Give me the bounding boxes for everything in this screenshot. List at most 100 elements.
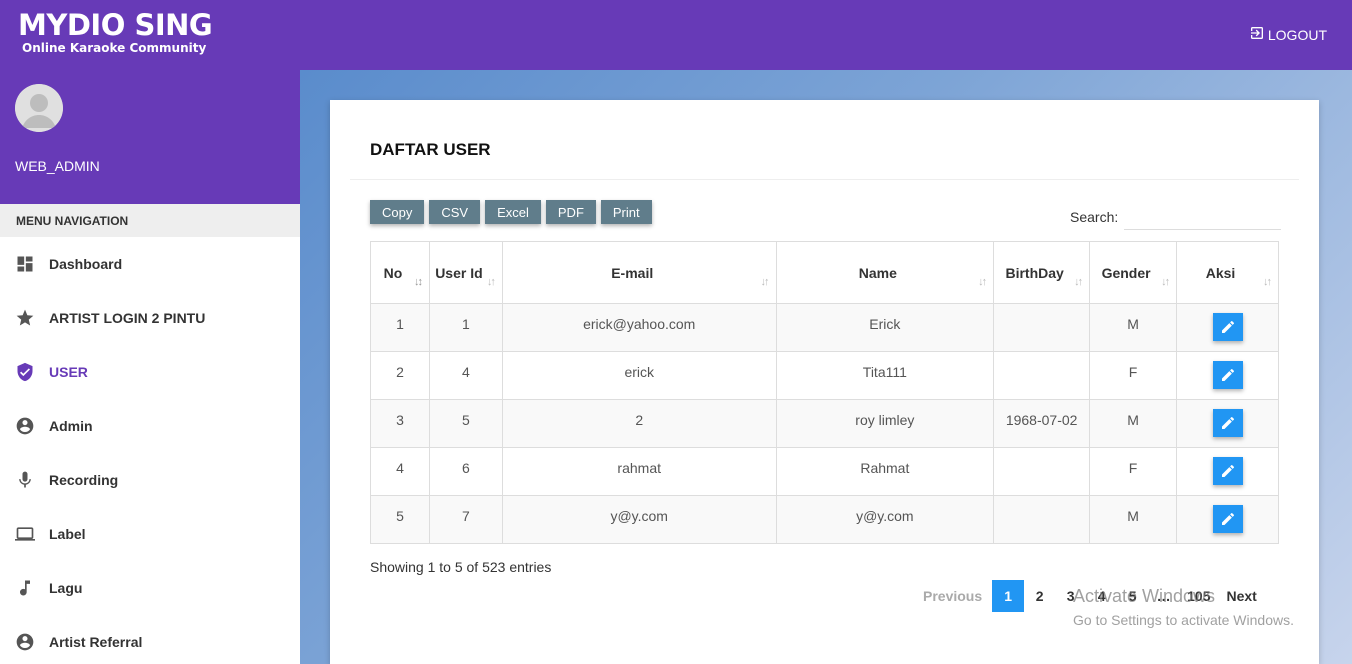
sidebar-item-artist-login[interactable]: ARTIST LOGIN 2 PINTU [0,291,300,345]
sort-icon: ↓↑ [486,276,496,288]
cell-aksi [1176,351,1279,400]
copy-button[interactable]: Copy [370,200,425,224]
column-header-user-id[interactable]: User Id ↓↑ [428,241,503,304]
cell-aksi [1176,495,1279,544]
divider [350,179,1299,180]
account-circle-icon [15,416,35,436]
cell-birthday [993,447,1091,496]
cell-gender: F [1089,447,1178,496]
cell-user-id: 6 [428,447,503,496]
edit-button[interactable] [1212,313,1243,341]
cell-name: Rahmat [775,447,995,496]
cell-birthday [993,303,1091,352]
avatar [15,84,63,132]
username: WEB_ADMIN [15,158,100,174]
page-2-button[interactable]: 2 [1024,580,1055,612]
cell-no: 4 [370,447,430,496]
cell-gender: F [1089,351,1178,400]
sort-icon: ↓↑ [760,276,770,288]
pencil-icon [1221,416,1234,429]
cell-email: erick [501,351,777,400]
sidebar-item-recording[interactable]: Recording [0,453,300,507]
sidebar-item-dashboard[interactable]: Dashboard [0,237,300,291]
column-header-aksi[interactable]: Aksi ↓↑ [1176,241,1279,304]
sidebar-item-artist-referral[interactable]: Artist Referral [0,615,300,664]
cell-no: 5 [370,495,430,544]
print-button[interactable]: Print [600,200,652,224]
cell-name: roy limley [775,399,995,448]
edit-button[interactable] [1212,505,1243,533]
table-row: 1 1 erick@yahoo.com Erick M [370,303,1279,352]
edit-button[interactable] [1212,457,1243,485]
cell-user-id: 5 [428,399,503,448]
cell-no: 1 [370,303,430,352]
logout-button[interactable]: LOGOUT [1249,25,1327,44]
table-header-row: No ↓↕ User Id ↓↑ E-mail ↓↑ Name ↓↑ BirthDay ↓… [370,241,1279,304]
csv-button[interactable]: CSV [429,200,481,224]
previous-button[interactable]: Previous [915,580,990,612]
table-row: 3 5 2 roy limley 1968-07-02 M [370,399,1279,448]
column-header-birthday[interactable]: BirthDay ↓↑ [993,241,1091,304]
search-box: Search: [1070,204,1282,230]
search-input[interactable] [1124,204,1282,230]
sidebar-item-admin[interactable]: Admin [0,399,300,453]
logout-icon [1249,25,1265,44]
table-row: 2 4 erick Tita111 F [370,351,1279,400]
table-row: 5 7 y@y.com y@y.com M [370,495,1279,544]
page-1-button[interactable]: 1 [992,580,1025,612]
content-area: DAFTAR USER Copy CSV Excel PDF Print Sea… [300,70,1352,664]
sort-icon: ↓↑ [1074,276,1083,288]
cell-user-id: 7 [428,495,503,544]
sort-asc-icon: ↓↕ [413,276,423,288]
logout-label: LOGOUT [1267,26,1327,43]
sort-icon: ↓↑ [1161,276,1170,288]
edit-button[interactable] [1212,361,1243,389]
cell-email: erick@yahoo.com [501,303,777,352]
cell-user-id: 4 [428,351,503,400]
page-title: DAFTAR USER [370,140,491,159]
user-list-card: DAFTAR USER Copy CSV Excel PDF Print Sea… [330,100,1319,664]
column-header-no[interactable]: No ↓↕ [370,241,430,304]
column-header-gender[interactable]: Gender ↓↑ [1089,241,1178,304]
edit-button[interactable] [1212,409,1243,437]
sort-icon: ↓↑ [978,276,987,288]
column-header-email[interactable]: E-mail ↓↑ [501,241,777,304]
export-buttons: Copy CSV Excel PDF Print [370,200,652,224]
cell-gender: M [1089,495,1178,544]
cell-user-id: 1 [428,303,503,352]
logo[interactable]: MYDIO SING [18,8,213,42]
pencil-icon [1221,464,1234,477]
shield-check-icon [15,362,35,382]
cell-no: 3 [370,399,430,448]
sidebar-item-user[interactable]: USER [0,345,300,399]
cell-aksi [1176,303,1279,352]
cell-birthday [993,351,1091,400]
windows-activation-watermark: Activate Windows Go to Settings to activ… [1073,586,1294,628]
cell-email: y@y.com [501,495,777,544]
sidebar-item-label[interactable]: Label [0,507,300,561]
menu-header: MENU NAVIGATION [0,204,300,237]
cell-aksi [1176,447,1279,496]
account-circle-icon [15,632,35,652]
laptop-icon [15,524,35,544]
user-table: No ↓↕ User Id ↓↑ E-mail ↓↑ Name ↓↑ BirthDay ↓… [370,241,1279,544]
user-info: WEB_ADMIN [0,70,300,204]
sidebar-item-lagu[interactable]: Lagu [0,561,300,615]
cell-name: y@y.com [775,495,995,544]
excel-button[interactable]: Excel [485,200,541,224]
sort-icon: ↓↑ [1263,276,1272,288]
pencil-icon [1221,368,1234,381]
cell-name: Erick [775,303,995,352]
pencil-icon [1221,512,1234,525]
cell-gender: M [1089,303,1178,352]
watermark-subtitle: Go to Settings to activate Windows. [1073,612,1294,628]
cell-name: Tita111 [775,351,995,400]
logo-tagline: Online Karaoke Community [22,41,207,55]
column-header-name[interactable]: Name ↓↑ [775,241,995,304]
microphone-icon [15,470,35,490]
cell-gender: M [1089,399,1178,448]
music-note-icon [15,578,35,598]
star-icon [15,308,35,328]
sidebar: WEB_ADMIN MENU NAVIGATION Dashboard ARTI… [0,70,300,664]
pdf-button[interactable]: PDF [545,200,596,224]
